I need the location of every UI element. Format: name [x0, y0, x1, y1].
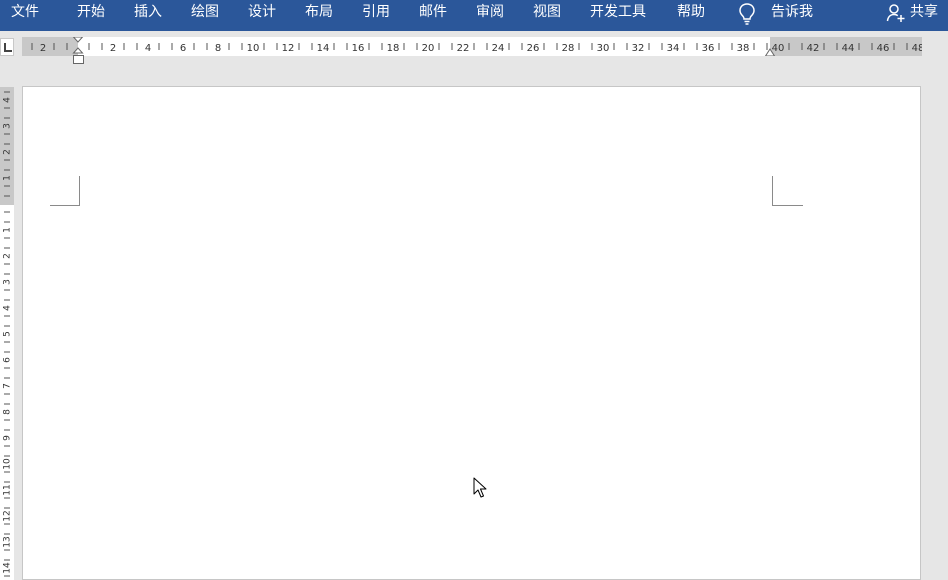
tab-references[interactable]: 引用: [362, 0, 390, 31]
tell-me-search[interactable]: 告诉我: [771, 0, 813, 31]
ruler-label: 40: [772, 43, 785, 54]
ruler-label: 6: [180, 43, 186, 54]
ruler-label: 14: [3, 562, 13, 574]
mouse-pointer-icon: [473, 477, 487, 498]
crop-mark-top-right: [772, 176, 803, 206]
ruler-label: 36: [702, 43, 715, 54]
ruler-label: 20: [422, 43, 435, 54]
tab-design[interactable]: 设计: [248, 0, 276, 31]
tab-developer[interactable]: 开发工具: [590, 0, 646, 31]
ruler-label: 4: [3, 305, 13, 311]
share-label: 共享: [910, 4, 938, 20]
tab-home[interactable]: 开始: [77, 0, 105, 31]
ruler-label: 18: [387, 43, 400, 54]
ruler-label: 4: [145, 43, 151, 54]
tab-draw[interactable]: 绘图: [191, 0, 219, 31]
ruler-label: 9: [3, 435, 13, 441]
ruler-label: 3: [3, 123, 13, 129]
ruler-label: 22: [457, 43, 470, 54]
ruler-label: 2: [3, 149, 13, 155]
ruler-label: 6: [3, 357, 13, 363]
tab-layout[interactable]: 布局: [305, 0, 333, 31]
tab-help[interactable]: 帮助: [677, 0, 705, 31]
ruler-label: 26: [527, 43, 540, 54]
ruler-label: 28: [562, 43, 575, 54]
ruler-left-margin-shade: [22, 37, 78, 56]
ruler-label: 14: [317, 43, 330, 54]
ruler-label: 24: [492, 43, 505, 54]
ruler-label: 30: [597, 43, 610, 54]
ruler-label: 16: [352, 43, 365, 54]
ruler-label: 7: [3, 383, 13, 389]
lightbulb-icon[interactable]: [737, 2, 757, 26]
ruler-label: 8: [3, 409, 13, 415]
ruler-label: 1: [3, 227, 13, 233]
person-add-icon: [886, 4, 905, 22]
ruler-label: 42: [807, 43, 820, 54]
tab-review[interactable]: 审阅: [476, 0, 504, 31]
ruler-label: 12: [3, 510, 13, 521]
ruler-label: 2: [40, 43, 46, 54]
crop-mark-top-left: [50, 176, 80, 206]
left-indent-marker[interactable]: [73, 55, 85, 65]
ruler-label: 2: [3, 253, 13, 259]
ruler-label: 8: [215, 43, 221, 54]
ruler-label: 10: [247, 43, 260, 54]
tab-view[interactable]: 视图: [533, 0, 561, 31]
ruler-label: 4: [3, 97, 13, 103]
ruler-label: 32: [632, 43, 645, 54]
ruler-label: 48: [912, 43, 922, 54]
ribbon-tab-bar: 文件 开始 插入 绘图 设计 布局 引用 邮件 审阅 视图 开发工具 帮助 告诉…: [0, 0, 948, 31]
tab-mailings[interactable]: 邮件: [419, 0, 447, 31]
ruler-label: 1: [3, 175, 13, 181]
ruler-label: 13: [3, 536, 13, 547]
ruler-label: 2: [110, 43, 116, 54]
ruler-label: 38: [737, 43, 750, 54]
ruler-label: 34: [667, 43, 680, 54]
ruler-label: 5: [3, 331, 13, 337]
ruler-label: 44: [842, 43, 855, 54]
horizontal-ruler[interactable]: 2 2 4 6 8 10 12 14 16 18 20 22 24 26 28 30 32 34 36 38 40 42 4…: [22, 37, 922, 56]
vertical-ruler[interactable]: 43211234567891011121314: [0, 87, 14, 580]
tab-stop-selector[interactable]: [0, 38, 14, 56]
ruler-label: 46: [877, 43, 890, 54]
ruler-top-margin-shade: [0, 87, 14, 205]
ruler-label: 3: [3, 279, 13, 285]
tab-insert[interactable]: 插入: [134, 0, 162, 31]
ruler-label: 12: [282, 43, 295, 54]
document-page[interactable]: [22, 86, 921, 580]
ruler-label: 11: [3, 484, 13, 495]
ruler-label: 10: [3, 458, 13, 470]
tab-file[interactable]: 文件: [11, 0, 39, 31]
